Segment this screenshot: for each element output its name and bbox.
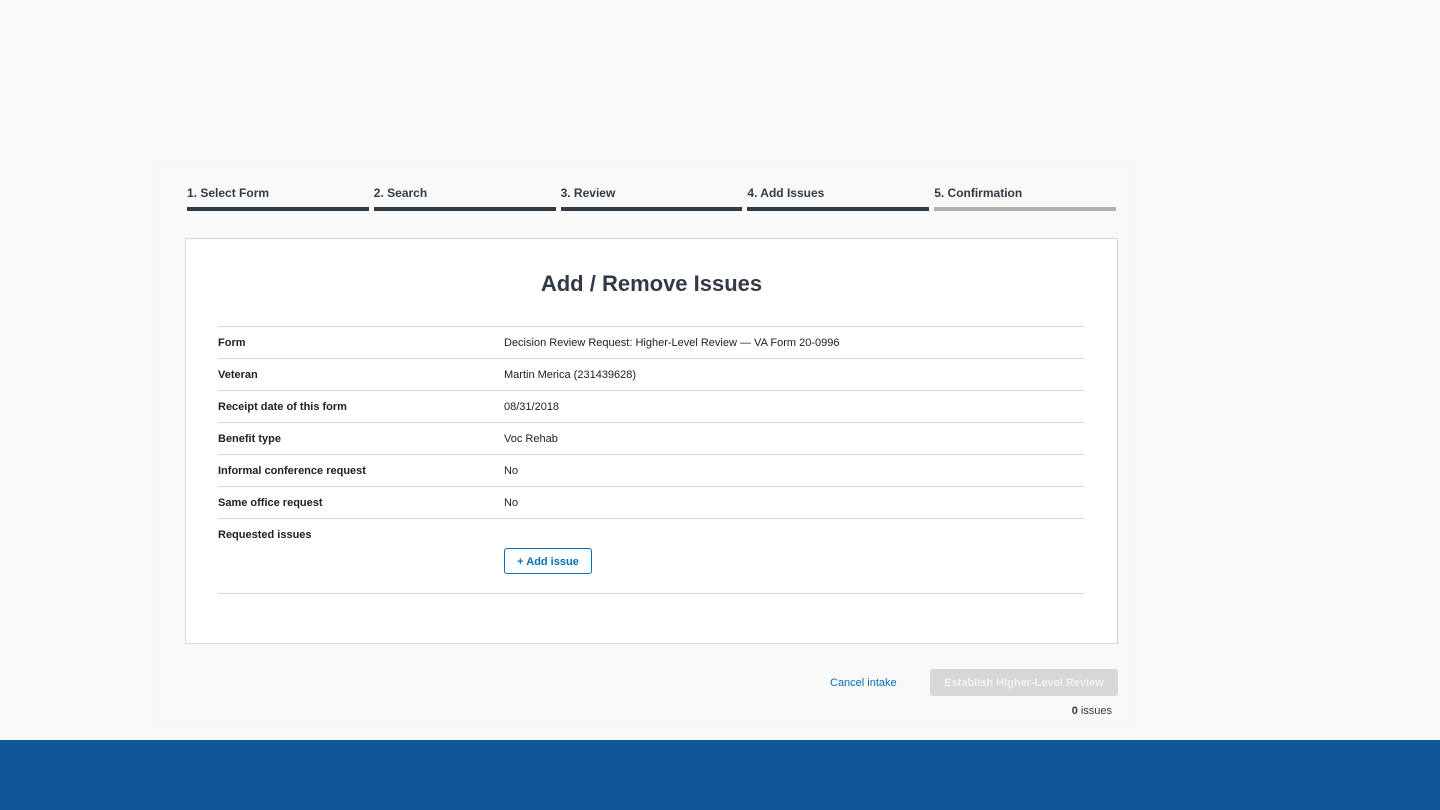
cancel-intake-link[interactable]: Cancel intake <box>830 676 897 690</box>
row-value: 08/31/2018 <box>504 400 560 413</box>
establish-review-button[interactable]: Establish Higher-Level Review <box>930 669 1118 696</box>
progress-stepper: 1. Select Form 2. Search 3. Review 4. Ad… <box>187 185 1116 211</box>
table-row: Form Decision Review Request: Higher-Lev… <box>218 326 1084 359</box>
step-progress-bar <box>934 207 1116 211</box>
row-value: No <box>504 496 519 509</box>
step-progress-bar <box>187 207 369 211</box>
step-confirmation: 5. Confirmation <box>934 185 1116 211</box>
step-progress-bar <box>373 207 556 211</box>
row-label: Form <box>218 336 246 349</box>
step-review: 3. Review <box>560 185 743 211</box>
requested-issues-row: Requested issues + Add issue <box>218 518 1084 594</box>
row-value: Decision Review Request: Higher-Level Re… <box>504 336 840 349</box>
row-value: Voc Rehab <box>504 432 558 445</box>
step-label: 1. Select Form <box>187 186 270 200</box>
row-value: Martin Merica (231439628) <box>504 368 637 381</box>
table-row: Informal conference request No <box>218 454 1084 487</box>
table-row: Same office request No <box>218 486 1084 519</box>
table-row: Benefit type Voc Rehab <box>218 422 1084 455</box>
step-add-issues: 4. Add Issues <box>747 185 930 211</box>
row-label: Informal conference request <box>218 464 366 477</box>
row-label: Benefit type <box>218 432 281 445</box>
step-search: 2. Search <box>373 185 556 211</box>
step-label: 5. Confirmation <box>934 186 1023 200</box>
row-label: Same office request <box>218 496 323 509</box>
table-row: Receipt date of this form 08/31/2018 <box>218 390 1084 423</box>
step-progress-bar <box>747 207 930 211</box>
step-label: 2. Search <box>373 186 428 200</box>
step-label: 3. Review <box>560 186 616 200</box>
step-label: 4. Add Issues <box>747 186 825 200</box>
row-value: No <box>504 464 519 477</box>
requested-issues-cell: + Add issue <box>504 519 1084 594</box>
issue-count: 0 issues <box>1060 704 1112 718</box>
step-select-form: 1. Select Form <box>187 185 369 211</box>
requested-issues-label: Requested issues <box>218 529 312 541</box>
issues-card: Add / Remove Issues Form Decision Review… <box>185 238 1118 644</box>
issue-count-number: 0 <box>1071 705 1078 717</box>
row-label: Receipt date of this form <box>218 400 347 413</box>
page: 1. Select Form 2. Search 3. Review 4. Ad… <box>0 0 1440 810</box>
page-title: Add / Remove Issues <box>540 271 763 296</box>
step-progress-bar <box>560 207 743 211</box>
issue-count-suffix: issues <box>1080 705 1112 717</box>
footer-bar <box>0 740 1440 810</box>
intake-details-table: Form Decision Review Request: Higher-Lev… <box>218 326 1084 594</box>
table-row: Veteran Martin Merica (231439628) <box>218 358 1084 391</box>
add-issue-button[interactable]: + Add issue <box>504 548 592 574</box>
row-label: Veteran <box>218 368 258 381</box>
